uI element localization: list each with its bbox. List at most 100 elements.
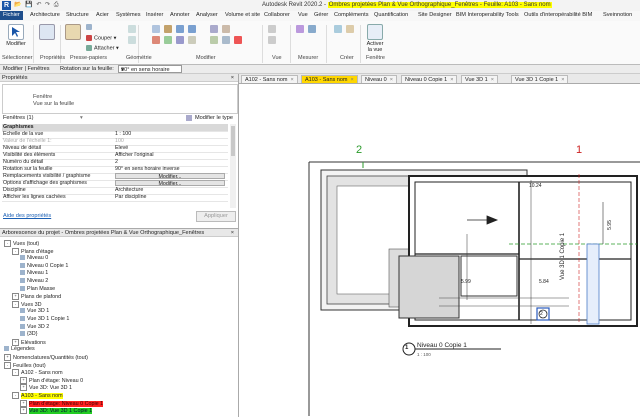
property-row[interactable]: Afficher les lignes cachées Par disciplin…	[2, 194, 228, 202]
collapse-icon[interactable]: -	[12, 247, 19, 255]
close-icon[interactable]: ×	[390, 77, 393, 83]
activate-view-button[interactable]: Activer la vue	[364, 24, 386, 53]
array-icon[interactable]	[222, 25, 230, 33]
expand-icon[interactable]: +	[4, 354, 11, 361]
tab-inserer[interactable]: Insérer	[146, 12, 163, 18]
geometry-icon[interactable]	[128, 25, 136, 33]
view-hide-icon[interactable]	[268, 25, 276, 33]
group-label-select[interactable]: Sélectionner	[2, 55, 33, 61]
browser-item[interactable]: - Plans d'étage	[12, 247, 54, 255]
tab-sveinnotion[interactable]: Sveinnotion	[603, 12, 632, 18]
redo-icon[interactable]: ↷	[45, 2, 50, 8]
print-icon[interactable]: ⎙	[54, 2, 59, 8]
type-selector[interactable]: Fenêtre Vue sur la feuille	[2, 84, 238, 114]
properties-button[interactable]	[38, 24, 56, 41]
tab-systemes[interactable]: Systèmes	[116, 12, 141, 18]
close-icon[interactable]: ×	[351, 77, 354, 83]
offset-icon[interactable]	[164, 25, 172, 33]
open-icon[interactable]: 📂	[14, 2, 21, 8]
browser-item[interactable]: Niveau 0 Copie 1	[20, 263, 68, 270]
collapse-icon[interactable]: -	[12, 300, 19, 308]
chevron-down-icon[interactable]: ▾	[80, 115, 83, 121]
property-value[interactable]: Par discipline	[115, 194, 227, 201]
browser-item[interactable]: Vue 3D 2	[20, 324, 49, 331]
dimension-label[interactable]: 10.24	[529, 183, 542, 189]
browser-item[interactable]: - A102 - Sans nom	[12, 369, 63, 377]
grid-bubble-2[interactable]: 2	[356, 144, 362, 156]
browser-item[interactable]: + Elévations	[12, 338, 46, 346]
expand-icon[interactable]: +	[12, 293, 19, 301]
save-icon[interactable]: 💾	[25, 2, 32, 8]
trim-icon[interactable]	[188, 36, 196, 44]
edit-type-button[interactable]: Modifier le type	[195, 115, 233, 121]
tab-acier[interactable]: Acier	[96, 12, 109, 18]
tab-quantification[interactable]: Quantification	[374, 12, 408, 18]
browser-item[interactable]: - Vues (tout)	[4, 240, 39, 247]
browser-item[interactable]: + Vue 3D: Vue 3D 1	[20, 384, 72, 392]
view-tab[interactable]: Vue 3D 1 ×	[461, 75, 498, 83]
browser-item[interactable]: + Nomenclatures/Quantités (tout)	[4, 354, 88, 361]
apply-button[interactable]: Appliquer	[196, 211, 236, 222]
edit-button[interactable]: Modifier...	[115, 180, 225, 187]
create-assembly-icon[interactable]	[346, 25, 354, 33]
tab-structure[interactable]: Structure	[66, 12, 89, 18]
properties-scrollbar[interactable]	[230, 124, 236, 208]
tab-collaborer[interactable]: Collaborer	[264, 12, 290, 18]
browser-item[interactable]: Légendes	[4, 346, 35, 353]
view-tab[interactable]: A102 - Sans nom ×	[241, 75, 298, 83]
collapse-icon[interactable]: -	[4, 361, 11, 369]
browser-item[interactable]: Niveau 0	[20, 255, 48, 262]
view-tab[interactable]: Niveau 0 Copie 1 ×	[401, 75, 458, 83]
align-icon[interactable]	[152, 25, 160, 33]
grid-bubble-1[interactable]: 1	[576, 144, 582, 156]
tab-gerer[interactable]: Gérer	[314, 12, 328, 18]
drawing-area[interactable]: 2 1 5.84 5.95 5.99 10.24 1 Niveau 0 Copi…	[239, 84, 640, 416]
property-value[interactable]: Elevé	[115, 145, 227, 152]
property-value[interactable]: 100	[115, 138, 227, 145]
property-value[interactable]: Afficher l'original	[115, 152, 227, 159]
move-icon[interactable]	[152, 36, 160, 44]
mirror-icon[interactable]	[176, 25, 184, 33]
tab-bim-interoperability-tools[interactable]: BIM Interoperability Tools	[456, 12, 519, 18]
browser-item[interactable]: + Plan d'étage: Niveau 0 Copie 1	[20, 399, 104, 407]
undo-icon[interactable]: ↶	[36, 2, 41, 8]
tab-volume-et-site[interactable]: Volume et site	[225, 12, 260, 18]
browser-item[interactable]: + Plans de plafond	[12, 293, 61, 301]
edit-button[interactable]: Modifier...	[115, 173, 225, 180]
mirror-draw-icon[interactable]	[188, 25, 196, 33]
tab-site-designer[interactable]: Site Designer	[418, 12, 452, 18]
rotation-select[interactable]: 90° en sens horaire ▾	[118, 65, 182, 73]
tab-vue[interactable]: Vue	[298, 12, 308, 18]
tab-outils-interoperabilite-bim[interactable]: Outils d'interopérabilité BIM	[524, 12, 592, 18]
rotate-icon[interactable]	[176, 36, 184, 44]
browser-item[interactable]: Niveau 1	[20, 270, 48, 277]
browser-item[interactable]: Vue 3D 1	[20, 308, 49, 315]
property-value[interactable]: 1 : 100	[115, 131, 227, 138]
browser-item[interactable]: Plan Masse	[20, 286, 55, 293]
scrollbar-thumb[interactable]	[231, 126, 235, 156]
dimension-label[interactable]: 5.95	[607, 220, 613, 230]
join-button[interactable]: Attacher ▾	[86, 45, 119, 51]
split-icon[interactable]	[210, 25, 218, 33]
browser-item[interactable]: Niveau 2	[20, 278, 48, 285]
dimension-label[interactable]: 5.84	[539, 279, 549, 285]
paste-button[interactable]	[64, 24, 82, 41]
revit-logo-icon[interactable]: R	[2, 1, 11, 10]
dimension-label[interactable]: 5.99	[461, 279, 471, 285]
close-icon[interactable]: ×	[291, 77, 294, 83]
view-tab[interactable]: Vue 3D 1 Copie 1 ×	[511, 75, 569, 83]
close-icon[interactable]: ×	[491, 77, 494, 83]
tab-fichier[interactable]: Fichier	[0, 11, 23, 20]
browser-item[interactable]: - Vues 3D	[12, 300, 41, 308]
browser-item[interactable]: {3D}	[20, 331, 38, 338]
cut-button[interactable]: Couper ▾	[86, 35, 116, 41]
browser-item[interactable]: Vue 3D 1 Copie 1	[20, 316, 69, 323]
copy-icon[interactable]	[164, 36, 172, 44]
copy-clipboard-button[interactable]	[86, 24, 94, 30]
filter-select[interactable]: Fenêtres (1)	[3, 115, 33, 121]
browser-item[interactable]: - Feuilles (tout)	[4, 361, 46, 369]
tab-analyser[interactable]: Analyser	[196, 12, 218, 18]
scale-icon[interactable]	[210, 36, 218, 44]
collapse-icon[interactable]: -	[12, 392, 19, 399]
measure-icon[interactable]	[296, 25, 304, 33]
